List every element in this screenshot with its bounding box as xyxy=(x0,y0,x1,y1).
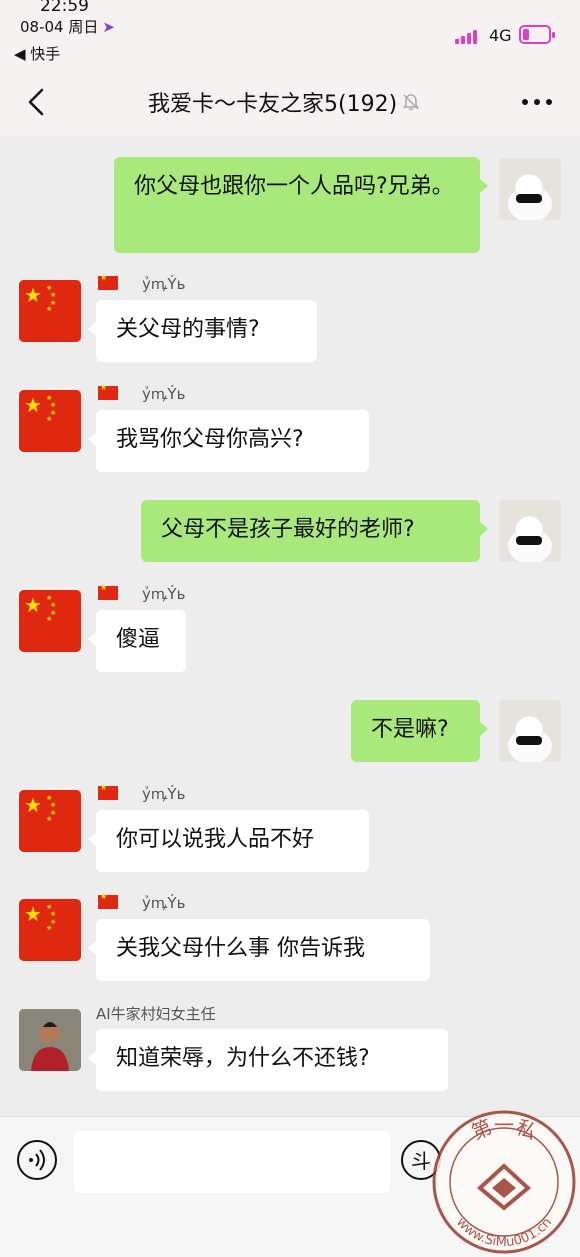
svg-text:★: ★ xyxy=(24,902,42,926)
flag-emoji-icon xyxy=(98,383,118,400)
my-avatar[interactable] xyxy=(499,158,561,220)
sender-name-text: ỷꝳÝь xyxy=(142,894,186,912)
watermark-seal-logo: 第一私 www.SiMu001.cn xyxy=(432,1110,576,1254)
message-bubble[interactable]: 父母不是孩子最好的老师? xyxy=(141,500,488,562)
sender-name: AI牛家村妇女主任 xyxy=(96,1005,216,1023)
message-bubble[interactable]: 你可以说我人品不好 xyxy=(88,810,369,872)
message-bubble[interactable]: 知道荣辱，为什么不还钱? xyxy=(88,1029,448,1091)
my-avatar[interactable] xyxy=(499,700,561,762)
message-bubble[interactable]: 关父母的事情? xyxy=(88,300,317,362)
china-flag-icon: ★ ★★★★ xyxy=(19,899,81,961)
sender-avatar[interactable]: ★ ★ ★ ★ ★ xyxy=(19,899,81,961)
svg-text:★: ★ xyxy=(24,393,42,417)
svg-text:★: ★ xyxy=(24,593,42,617)
sender-avatar[interactable]: ★ ★ ★ ★ ★ xyxy=(19,790,81,852)
message-bubble[interactable]: 我骂你父母你高兴? xyxy=(88,410,369,472)
back-chevron-icon[interactable] xyxy=(22,86,54,118)
svg-text:★: ★ xyxy=(46,924,52,932)
svg-text:★: ★ xyxy=(46,815,52,823)
battery-icon xyxy=(519,25,555,44)
china-flag-icon: ★ ★★★★ xyxy=(19,280,81,342)
sender-name: ỷꝳÝь xyxy=(98,383,186,404)
sender-name: ỷꝳÝь xyxy=(98,583,186,604)
sender-name-text: ỷꝳÝь xyxy=(142,785,186,803)
svg-text:★: ★ xyxy=(50,401,56,409)
flag-emoji-icon xyxy=(98,783,118,800)
voice-input-icon[interactable] xyxy=(16,1139,58,1181)
sender-avatar[interactable]: ★ ★ ★ ★ ★ xyxy=(19,280,81,342)
china-flag-icon: ★ ★★★★ xyxy=(19,590,81,652)
flag-emoji-icon xyxy=(98,273,118,290)
status-date-text: 08-04 周日 xyxy=(20,18,99,36)
china-flag-icon: ★ ★★★★ xyxy=(19,390,81,452)
person-photo-icon xyxy=(19,1009,81,1071)
sender-avatar[interactable]: ★ ★ ★ ★ ★ xyxy=(19,390,81,452)
svg-text:★: ★ xyxy=(46,415,52,423)
back-to-app-link[interactable]: ◀ 快手 xyxy=(14,43,60,64)
svg-text:★: ★ xyxy=(24,793,42,817)
svg-text:★: ★ xyxy=(46,305,52,313)
sender-avatar[interactable]: ★ ★ ★ ★ ★ xyxy=(19,590,81,652)
message-bubble[interactable]: 你父母也跟你一个人品吗?兄弟。 xyxy=(114,157,488,253)
svg-text:★: ★ xyxy=(50,801,56,809)
flag-emoji-icon xyxy=(98,583,118,600)
chat-header: 我爱卡～卡友之家5(192) xyxy=(0,68,580,136)
message-bubble[interactable]: 不是嘛? xyxy=(351,700,488,762)
emoji-button-label: 斗 xyxy=(411,1149,431,1173)
sender-name: ỷꝳÝь xyxy=(98,783,186,804)
message-bubble[interactable]: 关我父母什么事 你告诉我 xyxy=(88,919,430,981)
chat-title-group: 我爱卡～卡友之家5(192) xyxy=(148,86,421,118)
avatar-photo-icon xyxy=(499,500,561,562)
status-date: 08-04 周日 ➤ xyxy=(20,16,115,37)
chat-title: 我爱卡～卡友之家5(192) xyxy=(148,92,398,117)
sender-name: ỷꝳÝь xyxy=(98,273,186,294)
sender-name: ỷꝳÝь xyxy=(98,892,186,913)
china-flag-icon: ★ ★★★★ xyxy=(19,790,81,852)
sender-name-text: ỷꝳÝь xyxy=(142,385,186,403)
my-avatar[interactable] xyxy=(499,500,561,562)
avatar-photo-icon xyxy=(499,158,561,220)
svg-text:★: ★ xyxy=(50,291,56,299)
signal-strength-icon xyxy=(455,28,483,44)
location-arrow-icon: ➤ xyxy=(102,18,115,36)
svg-text:★: ★ xyxy=(24,283,42,307)
status-bar: 22:59 08-04 周日 ➤ ◀ 快手 4G xyxy=(0,0,580,68)
sender-name-text: ỷꝳÝь xyxy=(142,585,186,603)
svg-text:★: ★ xyxy=(50,601,56,609)
sender-avatar[interactable] xyxy=(19,1009,81,1071)
message-input[interactable] xyxy=(74,1131,390,1193)
flag-emoji-icon xyxy=(98,892,118,909)
sender-name-text: ỷꝳÝь xyxy=(142,275,186,293)
svg-text:★: ★ xyxy=(50,910,56,918)
avatar-photo-icon xyxy=(499,700,561,762)
mute-bell-icon xyxy=(403,94,420,111)
more-options-icon[interactable] xyxy=(520,88,554,116)
network-type: 4G xyxy=(489,26,512,45)
svg-text:★: ★ xyxy=(46,615,52,623)
status-time: 22:59 xyxy=(40,0,89,16)
message-bubble[interactable]: 傻逼 xyxy=(88,610,186,672)
